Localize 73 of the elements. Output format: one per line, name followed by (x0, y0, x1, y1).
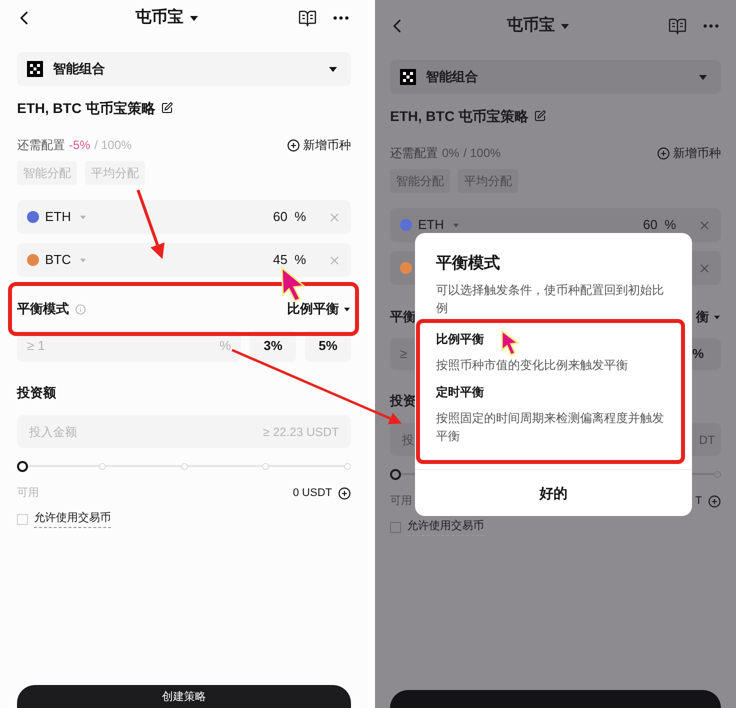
minimum-amount: DT (699, 432, 715, 448)
coin-symbol[interactable]: BTC (45, 250, 71, 270)
add-icon[interactable] (338, 486, 351, 500)
allocation-remaining: -5% (69, 137, 90, 154)
dialog-description: 可以选择触发条件，使币种配置回到初始比例 (436, 282, 665, 317)
strategy-title: ETH, BTC 屯币宝策略 (17, 98, 156, 118)
add-icon[interactable] (287, 138, 300, 152)
caret-icon (190, 16, 198, 20)
caret-icon (453, 223, 459, 227)
option-description: 按照固定的时间周期来检测偏离程度并触发平衡 (436, 410, 665, 445)
logo-icon (27, 61, 43, 77)
available-amount: 0 USDT (292, 486, 332, 501)
page-title[interactable]: 屯币宝 (136, 6, 184, 30)
amount-slider[interactable] (17, 460, 351, 472)
allocation-remaining: 0% (442, 145, 460, 162)
caret-icon (329, 66, 337, 72)
option-title: 定时平衡 (436, 384, 484, 401)
cursor-icon (501, 330, 520, 356)
caret-icon (80, 215, 86, 219)
option-title: 比例平衡 (436, 331, 484, 348)
caret-icon (561, 24, 569, 28)
coin-percent[interactable]: 60 (272, 207, 288, 227)
product-dropdown[interactable]: 智能组合 (17, 52, 351, 86)
minimum-amount: ≥ 22.23 USDT (263, 424, 339, 440)
balance-mode-label: 平衡模式 (17, 300, 69, 318)
amount-placeholder: 投 (402, 432, 414, 448)
logo-icon (400, 69, 416, 85)
checkbox-label[interactable]: 允许使用交易币 (34, 510, 111, 528)
page-title[interactable]: 屯币宝 (507, 14, 555, 38)
dialog-title: 平衡模式 (436, 254, 501, 274)
checkbox[interactable] (390, 522, 401, 532)
allocation-total: / 100% (94, 137, 132, 154)
coin-percent[interactable]: 45 (272, 250, 288, 270)
threshold-placeholder: ≥ (400, 345, 408, 364)
available-amount: T (695, 494, 702, 509)
invest-label: 投资 (390, 392, 416, 410)
percent-unit: % (294, 251, 306, 270)
percent-unit: % (664, 216, 676, 234)
balance-mode-value[interactable]: 比例平衡 (287, 299, 339, 319)
product-name: 智能组合 (426, 68, 479, 86)
caret-icon (80, 258, 86, 262)
coin-symbol[interactable]: ETH (418, 215, 444, 235)
strategy-title: ETH, BTC 屯币宝策略 (390, 106, 528, 126)
create-strategy-button[interactable]: 创建策略 (17, 685, 351, 708)
coin-symbol[interactable]: ETH (45, 207, 71, 227)
amount-placeholder: 投入金额 (29, 424, 77, 440)
confirm-button[interactable]: 好的 (415, 470, 692, 516)
caret-icon (344, 307, 350, 311)
percent-unit: % (294, 208, 306, 226)
add-coin-link[interactable]: 新增币种 (303, 136, 351, 154)
product-name: 智能组合 (53, 60, 106, 78)
edit-icon[interactable] (161, 102, 174, 114)
threshold-unit: % (219, 337, 231, 356)
available-label: 可用 (17, 486, 39, 501)
allocation-label: 还需配置 (17, 137, 65, 154)
allocation-label: 还需配置 (390, 145, 438, 162)
cursor-icon (281, 266, 306, 302)
caret-icon (714, 315, 720, 319)
create-strategy-button[interactable] (390, 690, 721, 708)
balance-mode-value[interactable]: 衡 (696, 307, 709, 327)
add-coin-link[interactable]: 新增币种 (673, 144, 721, 162)
product-dropdown[interactable]: 智能组合 (390, 60, 721, 94)
coin-percent[interactable]: 60 (642, 215, 658, 235)
option-description: 按照币种市值的变化比例来触发平衡 (436, 357, 629, 374)
balance-mode-label: 平衡 (390, 308, 416, 326)
pointer-arrow (136, 190, 165, 260)
available-label: 可用 (390, 494, 412, 509)
invest-label: 投资额 (17, 384, 56, 402)
allocation-total: / 100% (463, 145, 501, 162)
book-icon[interactable] (298, 8, 317, 28)
checkbox-label[interactable]: 允许使用交易币 (407, 518, 484, 536)
threshold-placeholder: ≥ 1 (27, 337, 45, 356)
caret-icon (699, 74, 707, 80)
